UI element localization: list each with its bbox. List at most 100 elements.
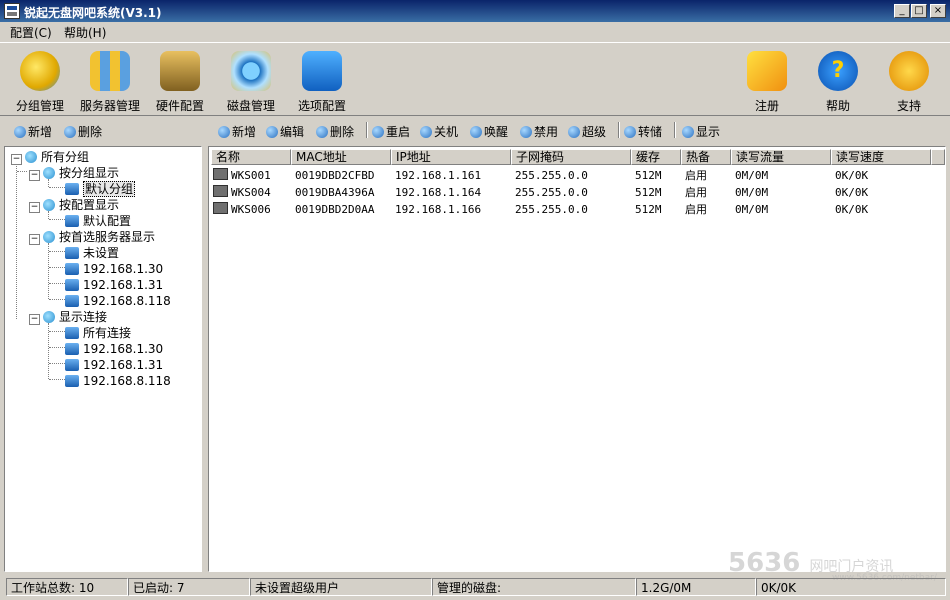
menu-config[interactable]: 配置(C) <box>10 24 52 41</box>
add-icon <box>14 126 26 138</box>
server-manage-button[interactable]: 服务器管理 <box>70 51 150 114</box>
disable-label: 禁用 <box>534 125 559 139</box>
add-button[interactable]: 新增 <box>218 123 256 140</box>
col-header-cache[interactable]: 缓存 <box>631 149 681 165</box>
tree-group-by-config[interactable]: − 按配置显示 <box>29 197 119 213</box>
workstation-list[interactable]: 名称 MAC地址 IP地址 子网掩码 缓存 热备 读写流量 读写速度 WKS00… <box>208 146 946 572</box>
tree-root[interactable]: − 所有分组 <box>11 149 89 165</box>
close-button[interactable]: × <box>930 4 946 18</box>
tree-group-by-server[interactable]: − 按首选服务器显示 <box>29 229 155 245</box>
hardware-config-button[interactable]: 硬件配置 <box>140 51 220 114</box>
collapse-toggle[interactable]: − <box>29 202 40 213</box>
toolbar-separator <box>618 122 620 138</box>
col-header-hotbackup[interactable]: 热备 <box>681 149 731 165</box>
restart-icon <box>372 126 384 138</box>
status-speed: 0K/0K <box>756 578 946 596</box>
super-button[interactable]: 超级 <box>568 123 606 140</box>
tree-add-button[interactable]: 新增 <box>14 123 52 140</box>
collapse-toggle[interactable]: − <box>29 314 40 325</box>
tree-item-server[interactable]: 192.168.8.118 <box>65 293 171 309</box>
delete-icon <box>64 126 76 138</box>
tree-delete-button[interactable]: 删除 <box>64 123 102 140</box>
group-manage-button[interactable]: 分组管理 <box>0 51 80 114</box>
collapse-toggle[interactable]: − <box>29 234 40 245</box>
computer-icon <box>213 185 228 197</box>
shutdown-button[interactable]: 关机 <box>420 123 458 140</box>
computer-icon <box>65 327 79 339</box>
col-header-ip[interactable]: IP地址 <box>391 149 511 165</box>
tree-node-label: 默认分组 <box>83 181 136 197</box>
col-header-mac[interactable]: MAC地址 <box>291 149 391 165</box>
support-label: 支持 <box>896 99 921 113</box>
cell-cache: 512M <box>635 203 662 216</box>
computer-icon <box>65 215 79 227</box>
restart-button[interactable]: 重启 <box>372 123 410 140</box>
cell-mask: 255.255.0.0 <box>515 186 588 199</box>
tree-node-label: 192.168.8.118 <box>83 294 171 308</box>
col-header-traffic[interactable]: 读写流量 <box>731 149 831 165</box>
tree-item-unset[interactable]: 未设置 <box>65 245 119 261</box>
col-header-name[interactable]: 名称 <box>211 149 291 165</box>
server-icon <box>90 51 130 91</box>
super-label: 超级 <box>582 125 607 139</box>
cell-hotbackup: 启用 <box>685 169 707 182</box>
disk-manage-button[interactable]: 磁盘管理 <box>211 51 291 114</box>
edit-button[interactable]: 编辑 <box>266 123 304 140</box>
collapse-toggle[interactable]: − <box>11 154 22 165</box>
tree-item-server[interactable]: 192.168.1.30 <box>65 261 163 277</box>
tree-item-connection[interactable]: 192.168.8.118 <box>65 373 171 389</box>
computer-icon <box>65 183 79 195</box>
computer-icon <box>65 343 79 355</box>
help-icon: ? <box>818 51 858 91</box>
cell-hotbackup: 启用 <box>685 203 707 216</box>
tree-node-label: 按分组显示 <box>59 166 120 180</box>
tree-node-label: 默认配置 <box>83 214 132 228</box>
restart-label: 重启 <box>386 125 411 139</box>
tree-item-default-config[interactable]: 默认配置 <box>65 213 131 229</box>
col-header-mask[interactable]: 子网掩码 <box>511 149 631 165</box>
tree-item-connection[interactable]: 192.168.1.31 <box>65 357 163 373</box>
computer-icon <box>213 168 228 180</box>
wake-button[interactable]: 唤醒 <box>470 123 508 140</box>
delete-button[interactable]: 删除 <box>316 123 354 140</box>
add-label: 新增 <box>232 125 257 139</box>
options-config-button[interactable]: 选项配置 <box>282 51 362 114</box>
show-label: 显示 <box>696 125 721 139</box>
cell-name-text: WKS006 <box>231 203 271 216</box>
support-button[interactable]: 支持 <box>869 51 949 114</box>
tree-group-connections[interactable]: − 显示连接 <box>29 309 107 325</box>
menu-help[interactable]: 帮助(H) <box>64 24 106 41</box>
tree-item-server[interactable]: 192.168.1.31 <box>65 277 163 293</box>
dump-button[interactable]: 转储 <box>624 123 662 140</box>
cell-hotbackup: 启用 <box>685 186 707 199</box>
col-header-speed[interactable]: 读写速度 <box>831 149 931 165</box>
cell-name: WKS006 <box>213 201 271 218</box>
disable-button[interactable]: 禁用 <box>520 123 558 140</box>
minimize-button[interactable]: _ <box>894 4 910 18</box>
tree-group-by-group[interactable]: − 按分组显示 <box>29 165 119 181</box>
register-icon <box>747 51 787 91</box>
tree-node-label: 192.168.1.30 <box>83 342 164 356</box>
collapse-toggle[interactable]: − <box>29 170 40 181</box>
register-button[interactable]: 注册 <box>727 51 807 114</box>
tree-item-default-group[interactable]: 默认分组 <box>65 181 136 197</box>
tree-node-label: 按配置显示 <box>59 198 120 212</box>
disk-manage-label: 磁盘管理 <box>226 99 275 113</box>
computer-icon <box>213 202 228 214</box>
group-icon <box>20 51 60 91</box>
tree-item-connection[interactable]: 192.168.1.30 <box>65 341 163 357</box>
show-button[interactable]: 显示 <box>682 123 720 140</box>
cell-name: WKS004 <box>213 184 271 201</box>
group-tree[interactable]: − 所有分组 − 按分组显示 默认分组 − 按配置显示 默认配置 − 按首选服务器显示 … <box>4 146 202 572</box>
cell-ip: 192.168.1.161 <box>395 169 482 182</box>
cell-speed: 0K/0K <box>835 186 869 199</box>
cell-traffic: 0M/0M <box>735 186 769 199</box>
menu-bar: 配置(C) 帮助(H) <box>0 22 950 42</box>
tree-item-all-connections[interactable]: 所有连接 <box>65 325 131 341</box>
help-button[interactable]: ? 帮助 <box>798 51 878 114</box>
maximize-button[interactable]: □ <box>911 4 927 18</box>
group-icon <box>43 167 55 179</box>
tree-root-label: 所有分组 <box>41 150 90 164</box>
tree-node-label: 192.168.1.31 <box>83 278 164 292</box>
wrench-icon <box>302 51 342 91</box>
